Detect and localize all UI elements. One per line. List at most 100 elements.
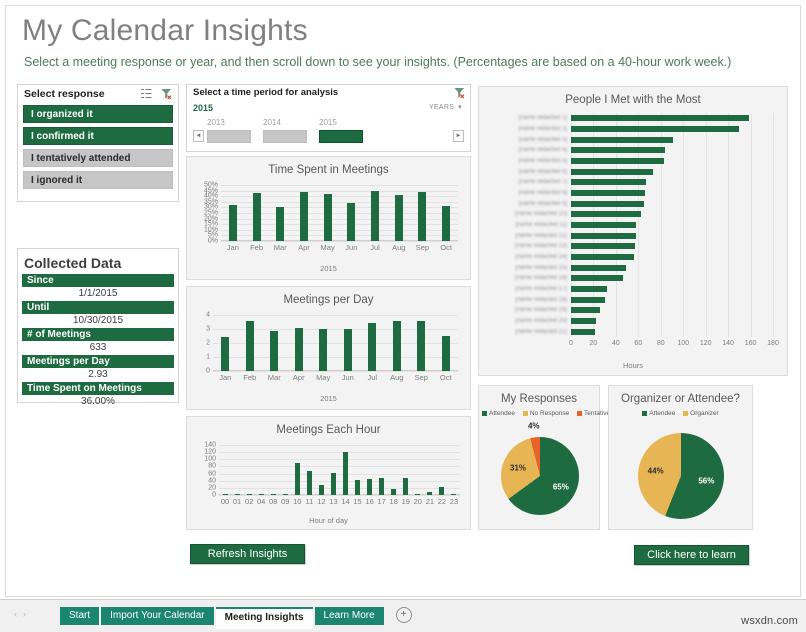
bar	[319, 328, 328, 371]
bar	[571, 222, 637, 228]
select-response-slicer[interactable]: Select response I organized it I confirm…	[17, 84, 179, 202]
slicer-item-label: I ignored it	[31, 175, 83, 186]
y-axis-tick: 3	[206, 325, 210, 333]
bar	[571, 126, 740, 132]
legend-label: Organizer	[690, 410, 719, 417]
legend-swatch-icon	[522, 410, 528, 416]
clear-filter-icon[interactable]	[453, 86, 466, 99]
bar	[306, 471, 312, 495]
sheet-nav-next-icon[interactable]: ›	[23, 609, 32, 619]
x-axis-tick: 19	[401, 497, 410, 506]
x-axis-tick: Mar	[267, 373, 281, 382]
x-axis-tick: Apr	[292, 373, 305, 382]
multi-select-icon[interactable]	[140, 87, 153, 100]
timeline-units-dropdown[interactable]: YEARS ▾	[429, 103, 462, 111]
y-axis-tick: 140	[204, 441, 216, 449]
slicer-item-tentative[interactable]: I tentatively attended	[23, 149, 173, 167]
bar	[270, 331, 279, 371]
chart-title: Time Spent in Meetings	[268, 164, 389, 176]
refresh-insights-button[interactable]: Refresh Insights	[190, 544, 305, 564]
bar	[571, 147, 666, 154]
x-axis-title: Hour of day	[309, 516, 348, 525]
x-axis-tick: 20	[413, 497, 422, 506]
bar	[403, 477, 409, 495]
sheet-nav-prev-icon[interactable]: ‹	[14, 609, 23, 619]
sheet-nav-arrows[interactable]: ‹›	[14, 609, 32, 619]
collected-data-label-until: Until	[22, 301, 174, 314]
slicer-item-organized[interactable]: I organized it	[23, 105, 173, 123]
bar	[368, 323, 377, 371]
collected-data-value-meetings-per-day: 2.93	[88, 369, 108, 380]
x-axis-tick: Jun	[341, 373, 354, 382]
x-axis-tick: 13	[329, 497, 338, 506]
pie-slice-label: 56%	[698, 476, 715, 486]
bar	[343, 329, 352, 371]
sheet-tab-start[interactable]: Start	[60, 607, 100, 625]
x-axis-tick: 18	[389, 497, 398, 506]
bar	[252, 192, 261, 241]
timeline-block-2014[interactable]	[263, 130, 307, 143]
pie-legend: Attendee No Response Tentative	[479, 410, 610, 417]
y-axis-tick: 20	[208, 484, 216, 492]
x-axis-tick: 0	[569, 340, 573, 347]
legend-swatch-icon	[482, 410, 487, 416]
legend-label: Attendee	[649, 410, 676, 417]
slicer-item-ignored[interactable]: I ignored it	[23, 171, 173, 189]
y-axis-tick: [name redacted 2]	[518, 126, 567, 132]
learn-more-button[interactable]: Click here to learn more	[634, 545, 749, 580]
legend-label: No Response	[529, 410, 570, 417]
add-sheet-icon[interactable]: +	[395, 607, 412, 623]
y-axis-tick: [name redacted 5]	[518, 158, 567, 164]
slicer-item-label: I organized it	[31, 109, 93, 120]
bar	[571, 232, 637, 239]
bar	[571, 307, 601, 314]
pie-legend: Attendee Organizer	[609, 410, 752, 417]
time-period-timeline-slicer[interactable]: Select a time period for analysis 2015 Y…	[186, 84, 471, 152]
timeline-caption: Select a time period for analysis	[193, 87, 339, 98]
chart-title: Meetings Each Hour	[276, 424, 381, 436]
bar	[571, 254, 634, 260]
sheet-tab-import-your-calendar[interactable]: Import Your Calendar	[101, 607, 214, 625]
timeline-year-label: 2014	[263, 118, 281, 127]
bar	[571, 200, 644, 207]
timeline-block-2013[interactable]	[207, 130, 251, 143]
sheet-tab-learn-more[interactable]: Learn More	[314, 607, 384, 625]
y-axis-tick: [name redacted 3]	[518, 136, 567, 143]
x-axis-tick: Aug	[390, 373, 404, 382]
slicer-header-icons	[140, 87, 173, 100]
bar	[571, 168, 653, 175]
x-axis-tick: 02	[244, 497, 254, 506]
y-axis-tick: [name redacted 6]	[518, 168, 567, 175]
chart-title: My Responses	[500, 393, 578, 405]
page-title: My Calendar Insights	[22, 14, 308, 47]
x-axis-tick: 08	[269, 497, 278, 506]
y-axis-tick: 40	[208, 477, 216, 485]
timeline-year-blocks	[207, 130, 375, 143]
y-axis-tick: [name redacted 12]	[515, 232, 567, 239]
bar	[347, 202, 356, 241]
gridline	[705, 113, 707, 337]
y-axis-tick: [name redacted 15]	[515, 264, 567, 271]
sheet-tab-meeting-insights[interactable]: Meeting Insights	[215, 607, 313, 629]
x-axis-tick: Jun	[345, 243, 358, 252]
slicer-caption: Select response	[24, 88, 105, 100]
slicer-item-confirmed[interactable]: I confirmed it	[23, 127, 173, 145]
x-axis-tick: 100	[677, 340, 690, 347]
x-axis-labels: Jan Feb Mar Apr May Jun Jul Aug Sep Oct	[221, 241, 458, 255]
x-axis-tick: Sep	[414, 373, 428, 382]
clear-filter-icon[interactable]	[160, 87, 173, 100]
y-axis-tick: 2	[206, 339, 210, 347]
timeline-block-2015[interactable]	[319, 130, 363, 143]
gridline	[213, 315, 458, 316]
timeline-scroll-right-button[interactable]: ►	[453, 130, 464, 142]
slicer-item-label: I tentatively attended	[31, 153, 131, 164]
x-axis-tick: 11	[305, 497, 314, 506]
x-axis-tick: Sep	[415, 243, 430, 252]
timeline-track[interactable]: ◄ 2013 2014 2015 ►	[193, 118, 464, 146]
bar	[294, 463, 300, 495]
bar	[571, 179, 647, 186]
bar	[355, 479, 361, 495]
timeline-scroll-left-button[interactable]: ◄	[193, 130, 204, 142]
plot-area: 0 1 2 3 4 Jan Feb Mar Apr May Jun Jul Aug Sep Oct	[206, 312, 458, 382]
gridline	[221, 185, 458, 186]
